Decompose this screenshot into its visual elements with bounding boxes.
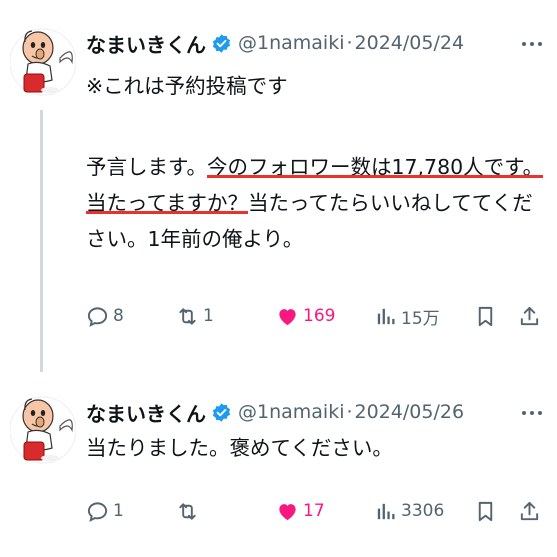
retweet-button[interactable]: [176, 494, 203, 528]
tweet-header: なまいきくん @1namaiki · 2024/05/26: [86, 396, 464, 428]
tweet-note: ※これは予約投稿です: [86, 74, 288, 98]
view-count: 3306: [401, 501, 445, 521]
underlined-text: 当たってますか？: [86, 191, 248, 215]
like-count: 169: [303, 306, 336, 326]
tweet-text-line: 当たってますか？当たってたらいいねしててくだ: [86, 185, 546, 221]
tweet-2[interactable]: なまいきくん @1namaiki · 2024/05/26 当たりました。褒めて…: [0, 378, 557, 557]
separator-dot: ·: [346, 401, 353, 423]
tweet-text-line: 予言します。今のフォロワー数は17,780人です。: [86, 149, 546, 185]
display-name[interactable]: なまいきくん: [86, 398, 206, 427]
views-button[interactable]: 3306: [374, 494, 444, 528]
avatar[interactable]: [10, 24, 76, 100]
action-bar: 1 17 3306: [86, 494, 546, 528]
bookmark-button[interactable]: [474, 494, 497, 528]
bookmark-button[interactable]: [474, 299, 497, 333]
reply-count: 1: [113, 501, 124, 521]
action-bar: 8 1 169 15万: [86, 299, 546, 333]
text-segment: さい。1年前の俺より。: [86, 227, 304, 251]
views-button[interactable]: 15万: [374, 299, 440, 333]
avatar[interactable]: [10, 392, 76, 468]
heart-icon: [279, 308, 296, 325]
text-segment: 予言します。: [86, 155, 207, 179]
bookmark-icon: [478, 501, 493, 521]
tweet-date[interactable]: 2024/05/24: [355, 32, 465, 54]
retweet-count: 1: [203, 306, 214, 326]
views-icon: [377, 503, 395, 519]
tweet-header: なまいきくん @1namaiki · 2024/05/24: [86, 27, 464, 59]
like-button[interactable]: 17: [276, 494, 325, 528]
reply-button[interactable]: 1: [86, 494, 124, 528]
retweet-icon: [179, 502, 196, 520]
verified-badge-icon: [211, 401, 232, 423]
tweet-text: 当たりました。褒めてください。: [86, 436, 393, 460]
tweet-text: 予言します。今のフォロワー数は17,780人です。 当たってますか？当たってたらい…: [86, 149, 546, 257]
bookmark-icon: [478, 306, 493, 326]
like-count: 17: [303, 501, 325, 521]
retweet-button[interactable]: 1: [176, 299, 214, 333]
retweet-icon: [179, 307, 196, 325]
reply-icon: [87, 501, 108, 521]
more-icon[interactable]: [521, 408, 543, 418]
share-button[interactable]: [518, 494, 541, 528]
underlined-text: 今のフォロワー数は17,780人です。: [206, 155, 544, 179]
tweet-1[interactable]: なまいきくん @1namaiki · 2024/05/24 ※これは予約投稿です…: [0, 0, 557, 375]
thread-line: [40, 110, 43, 372]
reply-count: 8: [113, 306, 124, 326]
view-count: 15万: [401, 308, 440, 329]
separator-dot: ·: [346, 32, 353, 54]
heart-icon: [279, 503, 296, 520]
like-button[interactable]: 169: [276, 299, 335, 333]
verified-badge-icon: [211, 32, 232, 54]
tweet-text-line: さい。1年前の俺より。: [86, 221, 546, 257]
share-icon: [520, 306, 539, 325]
tweet-date[interactable]: 2024/05/26: [355, 401, 465, 423]
user-handle[interactable]: @1namaiki: [238, 32, 345, 54]
views-icon: [377, 308, 395, 324]
reply-button[interactable]: 8: [86, 299, 124, 333]
more-icon[interactable]: [521, 39, 543, 49]
text-segment: 当たってたらいいねしててくだ: [247, 191, 533, 215]
user-handle[interactable]: @1namaiki: [238, 401, 345, 423]
share-icon: [520, 501, 539, 520]
display-name[interactable]: なまいきくん: [86, 29, 206, 58]
share-button[interactable]: [518, 299, 541, 333]
reply-icon: [87, 306, 108, 326]
